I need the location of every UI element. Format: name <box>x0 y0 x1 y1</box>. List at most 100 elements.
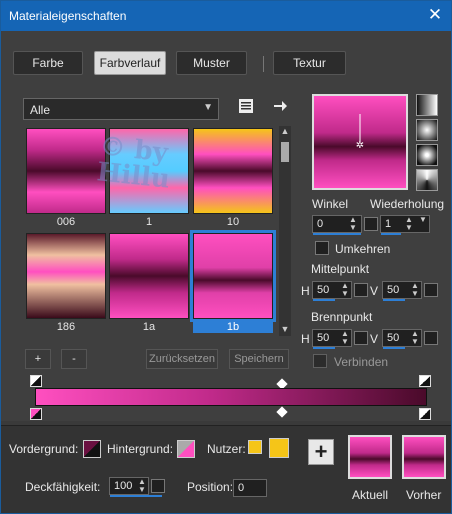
mittelpunkt-label: Mittelpunkt <box>311 262 370 276</box>
input-underline <box>313 233 361 235</box>
winkel-label: Winkel <box>312 197 349 211</box>
wiederholung-input[interactable]: 1 ▲ ▼ ▼ <box>380 215 430 235</box>
vorher-label: Vorher <box>406 488 442 502</box>
scroll-up-icon[interactable]: ▲ <box>279 126 291 138</box>
svg-text:✲: ✲ <box>356 140 364 151</box>
mittel-v-input[interactable]: 50 ▲ ▼ <box>382 281 422 301</box>
wiederholung-label: Wiederholung <box>370 197 445 211</box>
deckfaehigkeit-dropdown-icon[interactable] <box>151 479 165 493</box>
vordergrund-label: Vordergrund: <box>9 442 79 456</box>
opacity-stop-start[interactable] <box>30 375 42 387</box>
deckfaehigkeit-label: Deckfähigkeit: <box>25 480 101 494</box>
spin-arrows-icon[interactable]: ▲ ▼ <box>409 330 421 346</box>
spin-arrows-icon[interactable]: ▲ ▼ <box>403 216 415 232</box>
gradient-editor-bar[interactable] <box>35 388 427 406</box>
tab-farbverlauf[interactable]: Farbverlauf <box>94 51 166 75</box>
tab-separator <box>263 56 264 72</box>
window-title: Materialeigenschaften <box>9 9 127 23</box>
tab-textur[interactable]: Textur <box>273 51 346 75</box>
menu-icon[interactable] <box>237 98 255 116</box>
linear-gradient-icon[interactable] <box>416 94 438 116</box>
nutzer-swatch-2[interactable] <box>269 438 289 458</box>
hintergrund-swatch[interactable] <box>177 440 195 458</box>
gradient-thumb-1a[interactable] <box>109 233 189 319</box>
color-stop-start[interactable] <box>30 408 42 420</box>
save-button[interactable]: Speichern <box>229 349 289 369</box>
input-underline <box>381 233 401 235</box>
thumb-label-10: 10 <box>226 216 240 228</box>
mittel-h-input[interactable]: 50 ▲ ▼ <box>312 281 352 301</box>
gradient-preview[interactable]: ✲ <box>312 94 408 190</box>
arrow-right-icon[interactable] <box>271 98 289 116</box>
tab-muster[interactable]: Muster <box>176 51 247 75</box>
input-underline <box>313 347 335 349</box>
opacity-stop-end[interactable] <box>419 375 431 387</box>
mittel-h-label: H <box>301 284 310 298</box>
spin-arrows-icon[interactable]: ▲ ▼ <box>347 216 359 232</box>
mittel-h-dropdown-icon[interactable] <box>354 283 368 297</box>
chevron-down-icon: ▼ <box>203 102 213 113</box>
add-stop-button[interactable]: + <box>25 349 51 369</box>
reset-button[interactable]: Zurücksetzen <box>146 349 218 369</box>
materials-dialog: Materialeigenschaften ✕ Farbe Farbverlau… <box>0 0 452 514</box>
brennpunkt-label: Brennpunkt <box>311 310 373 324</box>
brenn-v-input[interactable]: 50 ▲ ▼ <box>382 329 422 349</box>
mittel-h-value: 50 <box>317 284 330 296</box>
verbinden-checkbox[interactable] <box>313 354 327 368</box>
remove-stop-button[interactable]: - <box>61 349 87 369</box>
winkel-dropdown-icon[interactable] <box>364 217 378 231</box>
thumbnail-scrollbar[interactable]: ▲ ▼ <box>279 126 291 336</box>
scroll-down-icon[interactable]: ▼ <box>279 324 291 336</box>
color-stop-end[interactable] <box>419 408 431 420</box>
verbinden-label: Verbinden <box>334 355 389 369</box>
winkel-input[interactable]: 0 ▲ ▼ <box>312 215 362 235</box>
chevron-down-icon[interactable]: ▼ <box>417 216 429 232</box>
category-value: Alle <box>30 103 51 117</box>
brenn-h-value: 50 <box>317 332 330 344</box>
spin-arrows-icon[interactable]: ▲ ▼ <box>136 478 148 494</box>
tab-farbe[interactable]: Farbe <box>13 51 83 75</box>
hintergrund-label: Hintergrund: <box>107 442 174 456</box>
thumb-label-1a: 1a <box>142 321 156 333</box>
deckfaehigkeit-input[interactable]: 100 ▲ ▼ <box>109 477 162 497</box>
title-bar: Materialeigenschaften ✕ <box>1 1 451 31</box>
sunburst-gradient-icon[interactable] <box>416 169 438 191</box>
brenn-v-label: V <box>370 332 379 346</box>
mittel-v-dropdown-icon[interactable] <box>424 283 438 297</box>
umkehren-checkbox[interactable] <box>315 241 329 255</box>
position-input[interactable]: 0 <box>233 479 267 497</box>
spin-arrows-icon[interactable]: ▲ ▼ <box>339 330 351 346</box>
rectangular-gradient-icon[interactable] <box>416 119 438 141</box>
vordergrund-swatch[interactable] <box>83 440 101 458</box>
current-preview[interactable] <box>348 435 392 479</box>
add-swatch-button[interactable]: + <box>308 439 334 465</box>
input-underline <box>383 299 405 301</box>
category-dropdown[interactable]: Alle ▼ <box>23 98 219 120</box>
winkel-value: 0 <box>317 218 324 230</box>
previous-preview[interactable] <box>402 435 446 479</box>
spin-arrows-icon[interactable]: ▲ ▼ <box>409 282 421 298</box>
brenn-v-dropdown-icon[interactable] <box>424 331 438 345</box>
position-label: Position: <box>187 480 234 494</box>
radial-gradient-icon[interactable] <box>416 144 438 166</box>
input-underline <box>110 495 162 497</box>
mittel-v-label: V <box>370 284 379 298</box>
thumb-label-186: 186 <box>56 321 76 333</box>
gradient-thumb-1b[interactable] <box>190 230 276 322</box>
scroll-thumb[interactable] <box>281 142 289 162</box>
spin-arrows-icon[interactable]: ▲ ▼ <box>339 282 351 298</box>
thumb-label-006: 006 <box>56 216 76 228</box>
position-value: 0 <box>238 482 245 494</box>
thumb-label-1b: 1b <box>193 321 273 333</box>
gradient-thumb-186[interactable] <box>26 233 106 319</box>
input-underline <box>383 347 405 349</box>
brenn-h-dropdown-icon[interactable] <box>354 331 368 345</box>
watermark: © by Hillu <box>95 131 211 196</box>
gradient-thumb-006[interactable] <box>26 128 106 214</box>
brenn-v-value: 50 <box>387 332 400 344</box>
close-icon[interactable]: ✕ <box>425 5 445 25</box>
brenn-h-input[interactable]: 50 ▲ ▼ <box>312 329 352 349</box>
nutzer-swatch-1[interactable] <box>248 440 262 454</box>
umkehren-label: Umkehren <box>335 242 391 256</box>
wiederholung-value: 1 <box>385 218 392 230</box>
